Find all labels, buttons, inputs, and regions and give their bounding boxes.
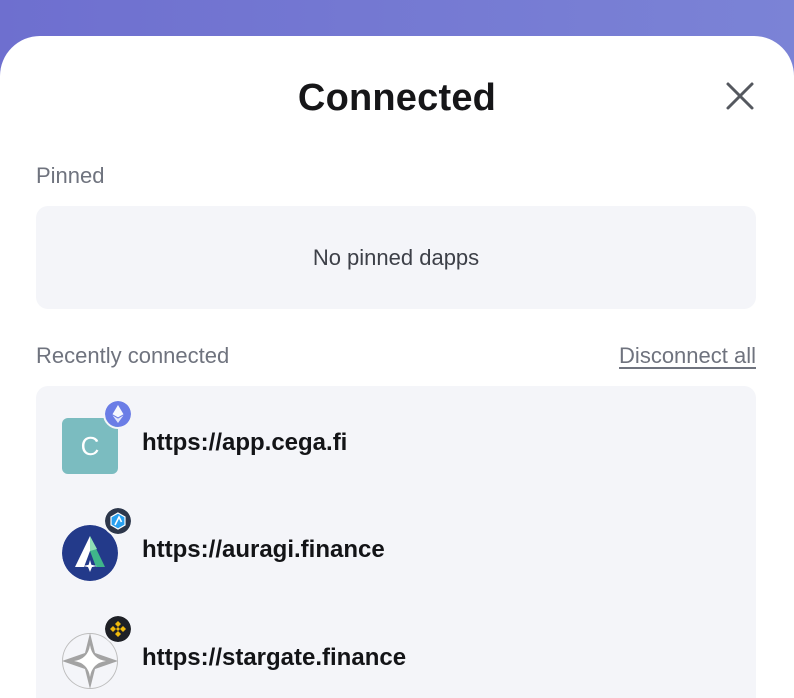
modal-title: Connected bbox=[297, 77, 497, 119]
recently-connected-list: C https://app.cega.fi https://auragi.fin… bbox=[36, 386, 756, 698]
recently-connected-label: Recently connected bbox=[36, 343, 230, 368]
dapp-row-auragi[interactable]: https://auragi.finance bbox=[36, 498, 756, 598]
pinned-section-label: Pinned bbox=[36, 163, 105, 188]
arbitrum-icon bbox=[103, 506, 133, 536]
close-icon bbox=[726, 82, 754, 110]
dapp-row-stargate[interactable]: https://stargate.finance bbox=[36, 606, 756, 698]
ethereum-icon bbox=[103, 399, 133, 429]
dapp-url: https://auragi.finance bbox=[142, 536, 385, 563]
connected-dapps-modal: Connected Pinned No pinned dapps Recentl… bbox=[0, 36, 794, 698]
pinned-empty-message: No pinned dapps bbox=[312, 244, 480, 270]
dapp-url: https://app.cega.fi bbox=[142, 429, 348, 456]
pinned-dapps-box: No pinned dapps bbox=[36, 206, 756, 309]
close-button[interactable] bbox=[720, 76, 760, 116]
bnb-chain-icon bbox=[103, 614, 133, 644]
disconnect-all-link[interactable]: Disconnect all bbox=[619, 343, 756, 369]
dapp-row-cega[interactable]: C https://app.cega.fi bbox=[36, 391, 756, 491]
dapp-url: https://stargate.finance bbox=[142, 644, 407, 671]
